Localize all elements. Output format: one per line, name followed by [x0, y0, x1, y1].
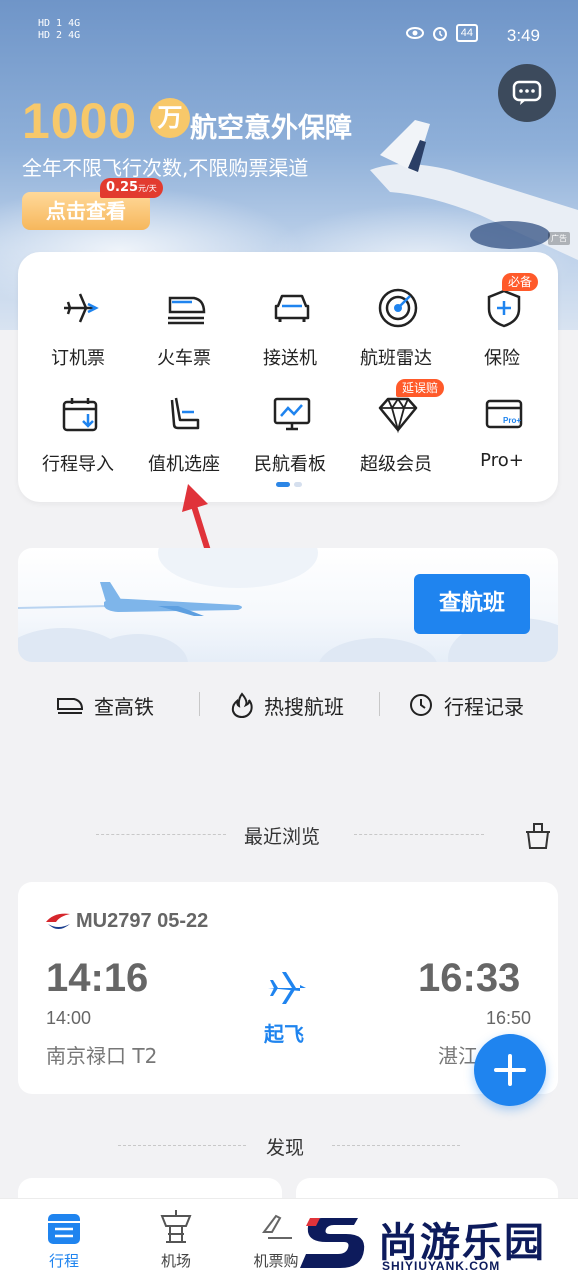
- member-badge: 延误赔: [396, 379, 445, 397]
- plus-icon: [494, 1054, 526, 1086]
- clock-time: 3:49: [506, 26, 540, 45]
- flight-number-date: MU2797 05-22: [76, 910, 209, 932]
- alarm-icon: [432, 27, 447, 41]
- service-label: 火车票: [157, 348, 211, 369]
- service-pro-plus[interactable]: Pro+ Pro+: [448, 368, 556, 471]
- quick-link-label: 热搜航班: [264, 694, 344, 719]
- status-icons: 44: [405, 24, 478, 42]
- service-label: 值机选座: [148, 454, 220, 475]
- price-tag: 0.25元/天: [100, 178, 163, 198]
- china-eastern-logo-icon: [46, 913, 70, 929]
- service-label: 保险: [484, 348, 520, 369]
- coverage-unit: 万: [150, 98, 190, 138]
- airplane-icon: [64, 293, 99, 323]
- service-label: 订机票: [51, 348, 105, 369]
- dashed-divider: [354, 834, 484, 835]
- train-icon: [168, 296, 206, 325]
- departure-scheduled-time: 14:00: [46, 1008, 92, 1028]
- quick-link-trending-flights[interactable]: 热搜航班: [230, 688, 344, 722]
- quick-link-label: 查高铁: [94, 694, 154, 719]
- price-unit: 元/天: [138, 184, 157, 193]
- car-icon: [274, 294, 310, 322]
- signal-indicators: HD 1 4G HD 2 4G: [38, 18, 80, 42]
- insurance-badge: 必备: [502, 273, 539, 291]
- dashed-divider: [332, 1145, 460, 1146]
- battery-indicator: 44: [455, 24, 478, 42]
- dashed-divider: [118, 1145, 246, 1146]
- watermark-logo: [300, 1218, 365, 1268]
- divider: [379, 692, 380, 716]
- service-aviation-board[interactable]: 民航看板: [236, 368, 344, 475]
- nav-airport[interactable]: 机场: [136, 1204, 216, 1274]
- page-dot: [294, 482, 302, 487]
- diamond-icon: [378, 397, 418, 434]
- service-itinerary-import[interactable]: 行程导入: [24, 368, 132, 475]
- discover-section-title: 发现: [266, 1137, 305, 1159]
- train-outline-icon: [57, 698, 84, 714]
- recent-section-title: 最近浏览: [244, 826, 321, 848]
- clear-history-icon[interactable]: [524, 820, 552, 850]
- message-button[interactable]: [498, 64, 556, 122]
- flight-status: 起飞: [264, 1022, 304, 1046]
- ad-label: 广告: [548, 232, 570, 245]
- clock-icon: [410, 694, 432, 716]
- shield-icon: [487, 289, 521, 328]
- page-indicator: [276, 482, 302, 487]
- departure-airport: 南京禄口 T2: [46, 1044, 158, 1068]
- quick-link-trip-history[interactable]: 行程记录: [408, 688, 524, 722]
- service-airport-transfer[interactable]: 接送机: [236, 262, 344, 369]
- watermark-url: SHIYIUYANK.COM: [382, 1259, 501, 1273]
- service-label: 超级会员: [360, 454, 432, 475]
- flight-status-airplane-icon: [268, 972, 306, 1004]
- divider: [199, 692, 200, 716]
- airport-tower-icon: [160, 1210, 192, 1243]
- seat-icon: [170, 397, 200, 430]
- service-book-flight[interactable]: 订机票: [24, 262, 132, 369]
- cloud-decoration: [318, 638, 438, 662]
- service-train-ticket[interactable]: 火车票: [130, 262, 238, 369]
- service-flight-radar[interactable]: 航班雷达: [342, 262, 450, 369]
- arrival-scheduled-time: 16:50: [486, 1008, 532, 1028]
- service-label: Pro+: [480, 450, 524, 471]
- search-flight-button[interactable]: 查航班: [414, 574, 530, 634]
- quick-link-high-speed-rail[interactable]: 查高铁: [56, 688, 154, 722]
- pro-card-icon: Pro+: [485, 399, 523, 429]
- quick-link-label: 行程记录: [444, 694, 524, 719]
- arrival-airport: 湛江: [438, 1044, 478, 1068]
- calendar-import-icon: [62, 398, 98, 432]
- service-label: 航班雷达: [360, 348, 432, 369]
- banner-title: 航空意外保障: [190, 113, 352, 144]
- status-bar: HD 1 4G HD 2 4G 44 3:49: [0, 0, 578, 70]
- monitor-chart-icon: [273, 397, 311, 431]
- page-dot-active: [276, 482, 290, 487]
- sim2-signal: HD 2 4G: [38, 30, 81, 41]
- itinerary-icon: [48, 1214, 80, 1244]
- price-value: 0.25: [106, 180, 139, 195]
- banner-subtitle: 全年不限飞行次数,不限购票渠道: [22, 156, 309, 180]
- service-label: 接送机: [263, 348, 317, 369]
- chat-bubble-icon: [512, 80, 542, 105]
- dashed-divider: [96, 834, 226, 835]
- coverage-amount: 1000: [22, 93, 138, 149]
- service-label: 民航看板: [254, 454, 326, 475]
- airplane-illustration: [18, 582, 242, 616]
- nav-label: 机场: [160, 1252, 191, 1270]
- radar-icon: [378, 288, 418, 328]
- service-label: 行程导入: [42, 454, 114, 475]
- nav-itinerary[interactable]: 行程: [24, 1204, 104, 1274]
- sim1-signal: HD 1 4G: [38, 18, 81, 29]
- ticket-icon: [262, 1214, 292, 1239]
- flame-icon: [231, 692, 253, 718]
- nav-label: 行程: [48, 1252, 79, 1270]
- service-checkin-seat[interactable]: 值机选座: [130, 368, 238, 475]
- add-trip-button[interactable]: [474, 1034, 546, 1106]
- departure-time: 14:16: [46, 956, 149, 1000]
- arrival-time: 16:33: [418, 956, 521, 1000]
- eye-icon: [405, 27, 424, 39]
- svg-text:Pro+: Pro+: [503, 416, 521, 425]
